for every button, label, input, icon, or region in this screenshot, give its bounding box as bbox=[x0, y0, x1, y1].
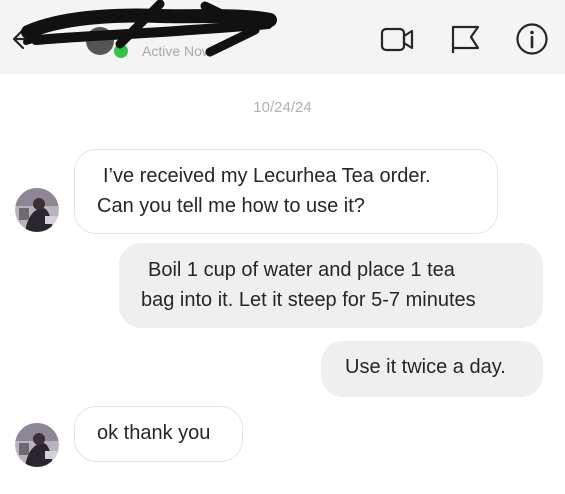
video-call-icon[interactable] bbox=[379, 22, 415, 56]
message-text: ok thank you bbox=[97, 422, 211, 444]
message-text: I’ve received my Lecurhea Tea order. bbox=[103, 165, 431, 187]
message-bubble-incoming[interactable]: I’ve received my Lecurhea Tea order. Can… bbox=[74, 149, 498, 234]
contact-avatar[interactable] bbox=[15, 188, 59, 232]
contact-avatar[interactable] bbox=[15, 423, 59, 467]
conversation-date: 10/24/24 bbox=[253, 99, 312, 116]
message-bubble-outgoing[interactable]: Boil 1 cup of water and place 1 tea bag … bbox=[119, 243, 543, 328]
message-text: Use it twice a day. bbox=[345, 356, 506, 378]
message-text: bag into it. Let it steep for 5-7 minute… bbox=[141, 289, 476, 311]
chat-header: Active Now bbox=[0, 0, 565, 74]
message-bubble-outgoing[interactable]: Use it twice a day. bbox=[321, 341, 543, 397]
flag-icon[interactable] bbox=[448, 22, 484, 56]
message-text: Can you tell me how to use it? bbox=[97, 195, 365, 217]
redaction-scribble bbox=[21, 0, 277, 57]
message-text: Boil 1 cup of water and place 1 tea bbox=[148, 259, 455, 281]
info-icon[interactable] bbox=[514, 22, 550, 56]
message-bubble-incoming[interactable]: ok thank you bbox=[74, 406, 243, 462]
